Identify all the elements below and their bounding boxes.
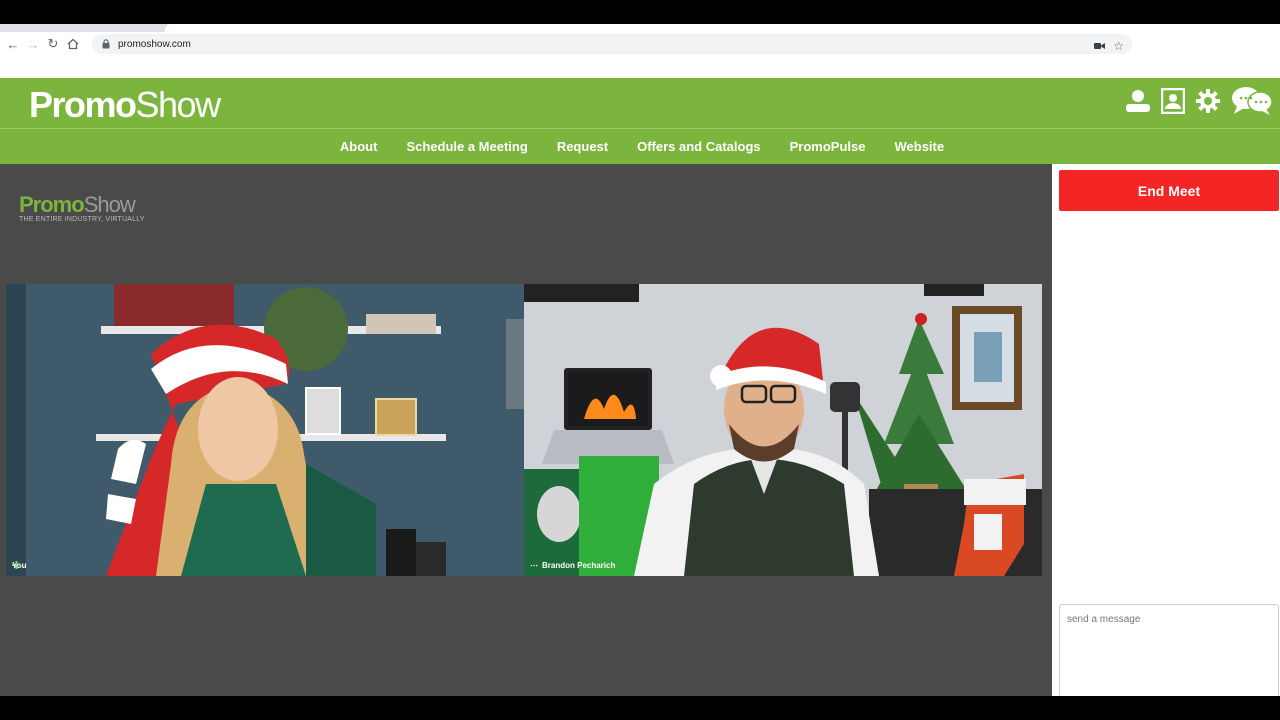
browser-tab-strip xyxy=(0,24,1280,32)
profile-card-icon[interactable] xyxy=(1160,87,1186,119)
back-icon[interactable]: ← xyxy=(3,34,23,54)
chat-message-input[interactable] xyxy=(1059,604,1279,696)
meeting-sidebar: End Meet xyxy=(1052,164,1280,696)
nav-promopulse[interactable]: PromoPulse xyxy=(790,139,866,154)
meeting-stage: PromoShow THE ENTIRE INDUSTRY, VIRTUALLY xyxy=(0,164,1052,696)
video-label-brandon: ⋯ Brandon Pecharich xyxy=(530,561,615,570)
main-nav: About Schedule a Meeting Request Offers … xyxy=(0,129,1280,164)
home-icon[interactable] xyxy=(63,34,83,54)
watermark-tagline: THE ENTIRE INDUSTRY, VIRTUALLY xyxy=(19,216,145,223)
bookmark-star-icon[interactable]: ☆ xyxy=(1113,39,1124,53)
logo-bold-text: Promo xyxy=(29,84,137,125)
more-dots-icon[interactable]: ⋯ xyxy=(530,561,538,570)
browser-tab[interactable] xyxy=(165,24,1280,32)
url-text: promoshow.com xyxy=(118,38,191,50)
video-name-brandon: Brandon Pecharich xyxy=(542,561,616,570)
watermark-brand-bold: Promo xyxy=(19,192,85,217)
audio-level-icon xyxy=(12,561,21,569)
promoshow-watermark: PromoShow THE ENTIRE INDUSTRY, VIRTUALLY xyxy=(19,192,145,223)
end-meet-button[interactable]: End Meet xyxy=(1059,170,1279,211)
chat-bubbles-icon[interactable] xyxy=(1231,86,1273,121)
page-top-spacer xyxy=(0,56,1280,78)
video-tile-you[interactable]: You xyxy=(6,284,524,576)
lock-icon xyxy=(98,39,114,49)
logo-thin-text: Show xyxy=(135,84,222,125)
browser-toolbar: ← → ↻ promoshow.com ☆ ⋮ xyxy=(0,32,1280,83)
nav-website[interactable]: Website xyxy=(895,139,945,154)
screen-top-bar xyxy=(0,0,1280,24)
address-bar[interactable]: promoshow.com ☆ xyxy=(92,34,1132,54)
nav-about[interactable]: About xyxy=(340,139,378,154)
gear-icon[interactable] xyxy=(1195,88,1221,119)
camera-icon[interactable] xyxy=(1094,37,1106,55)
nav-offers-catalogs[interactable]: Offers and Catalogs xyxy=(637,139,761,154)
user-icon[interactable] xyxy=(1125,89,1151,118)
video-feed-you xyxy=(6,284,524,576)
video-feed-brandon xyxy=(524,284,1042,576)
promoshow-logo[interactable]: PromoShow xyxy=(29,84,222,126)
watermark-brand-thin: Show xyxy=(83,192,136,217)
video-label-you: You xyxy=(12,561,27,570)
screen-bottom-bar xyxy=(0,696,1280,720)
forward-icon[interactable]: → xyxy=(23,34,43,54)
nav-request[interactable]: Request xyxy=(557,139,608,154)
nav-schedule-meeting[interactable]: Schedule a Meeting xyxy=(406,139,527,154)
site-header: PromoShow xyxy=(0,78,1280,128)
reload-icon[interactable]: ↻ xyxy=(43,34,63,54)
video-tile-brandon[interactable]: ⋯ Brandon Pecharich xyxy=(524,284,1042,576)
